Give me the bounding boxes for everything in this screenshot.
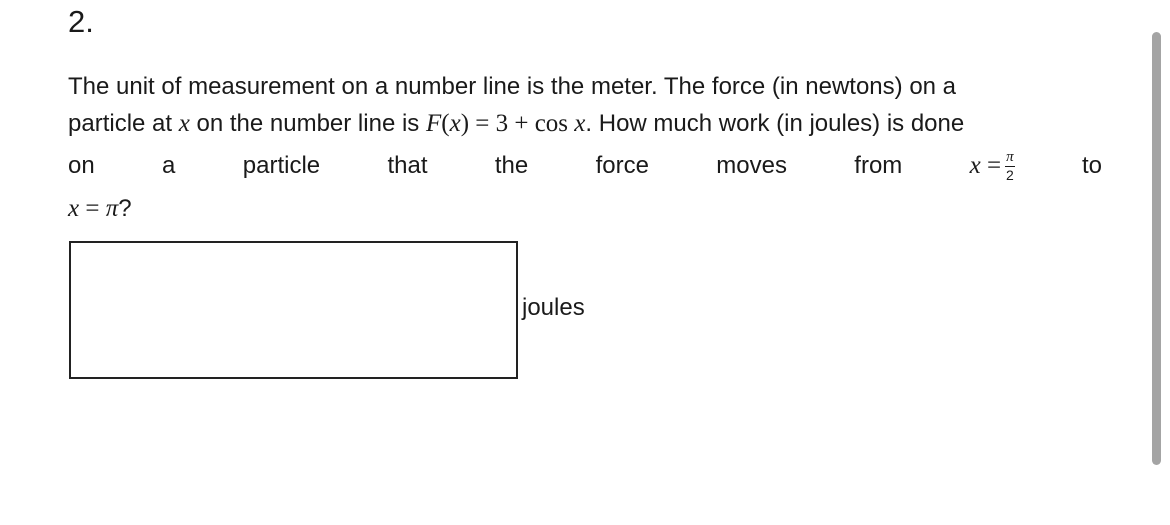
- math-start-position: x = π 2: [969, 148, 1015, 183]
- math-variable-x: x: [68, 195, 80, 222]
- word: moves: [716, 152, 787, 179]
- question-number: 2.: [68, 4, 94, 39]
- math-paren-close: ): [460, 110, 470, 137]
- word: a: [162, 152, 176, 179]
- math-variable-x: x: [178, 110, 190, 137]
- word: that: [387, 152, 428, 179]
- question-text-line-3: on a particle that the force moves from …: [68, 146, 1102, 186]
- math-paren-open: (: [441, 110, 450, 137]
- answer-input[interactable]: [69, 241, 518, 379]
- math-function-F: F: [425, 110, 442, 137]
- math-equation-rhs: = 3 + cos: [469, 110, 575, 137]
- text-fragment: on the number line is: [189, 110, 426, 137]
- math-pi: π: [105, 195, 119, 222]
- scrollbar-thumb[interactable]: [1152, 32, 1161, 465]
- math-equals: =: [79, 195, 106, 222]
- math-equals: =: [980, 152, 1002, 179]
- word: to: [1081, 152, 1102, 179]
- word: particle: [242, 152, 321, 179]
- word: the: [494, 152, 529, 179]
- question-text-line-4: x = π?: [68, 194, 1102, 224]
- answer-unit-label: joules: [522, 294, 585, 321]
- question-mark: ?: [118, 195, 132, 222]
- text-fragment: particle at: [68, 110, 179, 137]
- question-text-line-1: The unit of measurement on a number line…: [68, 73, 957, 100]
- word: from: [854, 152, 903, 179]
- question-text-line-2: particle at x on the number line is F(x)…: [68, 109, 1102, 139]
- math-function-arg: x: [449, 110, 461, 137]
- fraction-numerator: π: [1005, 148, 1015, 167]
- math-cos-variable: x: [574, 110, 586, 137]
- word: on: [68, 152, 95, 179]
- math-variable-x: x: [969, 152, 981, 179]
- math-fraction-pi-over-2: π 2: [1005, 148, 1015, 183]
- text-fragment: . How much work (in joules) is done: [585, 110, 965, 137]
- word: force: [595, 152, 649, 179]
- fraction-denominator: 2: [1005, 166, 1014, 183]
